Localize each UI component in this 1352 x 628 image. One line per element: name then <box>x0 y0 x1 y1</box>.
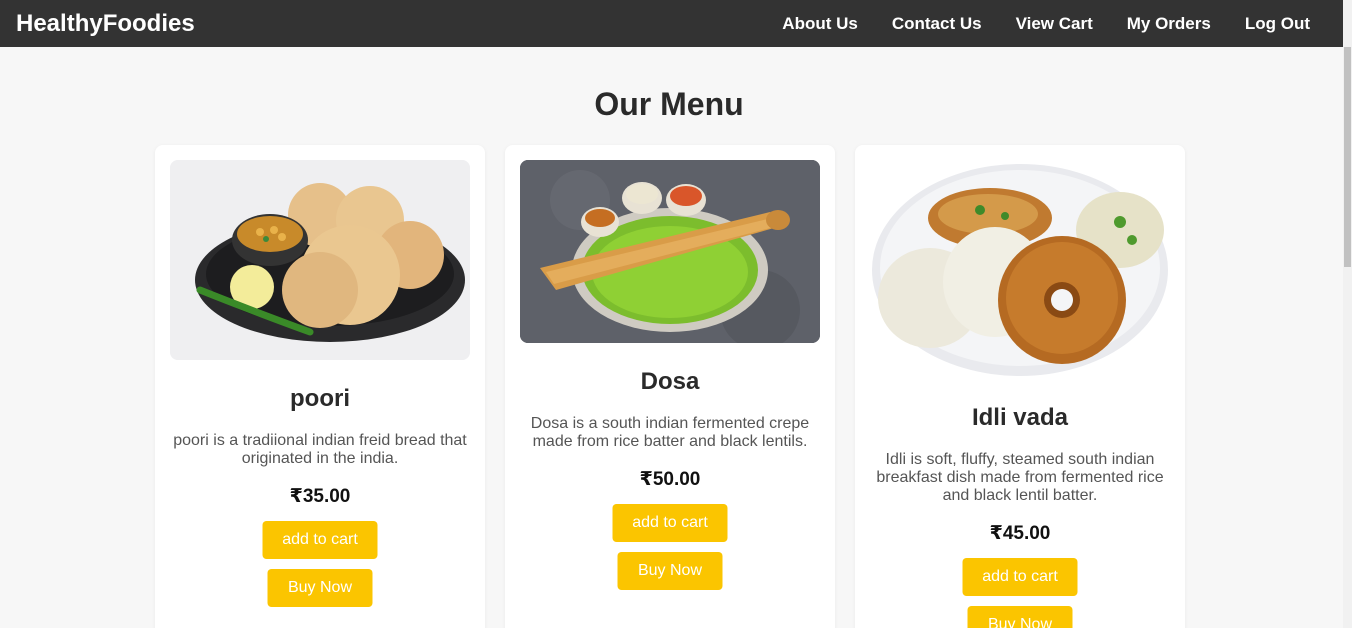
item-price: ₹50.00 <box>639 469 701 490</box>
dosa-plate-icon <box>520 160 820 343</box>
menu-card-idli-vada: Idli vada Idli is soft, fluffy, steamed … <box>855 145 1185 628</box>
add-to-cart-button[interactable]: add to cart <box>612 504 728 542</box>
item-name: Idli vada <box>971 404 1069 431</box>
item-description: poori is a tradiional indian freid bread… <box>173 432 467 467</box>
buy-now-button[interactable]: Buy Now <box>267 569 373 607</box>
scrollbar-thumb[interactable] <box>1344 47 1351 267</box>
add-to-cart-button[interactable]: add to cart <box>962 558 1078 596</box>
nav-contact-us[interactable]: Contact Us <box>892 14 982 34</box>
nav-log-out[interactable]: Log Out <box>1245 14 1310 34</box>
add-to-cart-button[interactable]: add to cart <box>262 521 378 559</box>
item-price: ₹35.00 <box>289 486 351 507</box>
vertical-scrollbar[interactable] <box>1343 0 1352 628</box>
page-title: Our Menu <box>594 86 744 122</box>
item-name: Dosa <box>640 368 700 395</box>
menu-card-dosa: Dosa Dosa is a south indian fermented cr… <box>505 145 835 628</box>
nav-links: About Us Contact Us View Cart My Orders … <box>782 14 1310 34</box>
menu-card-poori: poori poori is a tradiional indian freid… <box>155 145 485 628</box>
nav-my-orders[interactable]: My Orders <box>1127 14 1211 34</box>
item-description: Dosa is a south indian fermented crepe m… <box>530 415 810 450</box>
item-name: poori <box>290 385 350 412</box>
idli-vada-plate-icon <box>870 160 1170 379</box>
buy-now-button[interactable]: Buy Now <box>617 552 723 590</box>
nav-view-cart[interactable]: View Cart <box>1016 14 1093 34</box>
item-price: ₹45.00 <box>989 523 1051 544</box>
navbar: HealthyFoodies About Us Contact Us View … <box>0 0 1343 47</box>
buy-now-button[interactable]: Buy Now <box>967 606 1073 628</box>
poori-with-chole-icon <box>170 160 470 360</box>
nav-about-us[interactable]: About Us <box>782 14 858 34</box>
brand-logo[interactable]: HealthyFoodies <box>16 10 195 38</box>
item-description: Idli is soft, fluffy, steamed south indi… <box>876 451 1164 504</box>
